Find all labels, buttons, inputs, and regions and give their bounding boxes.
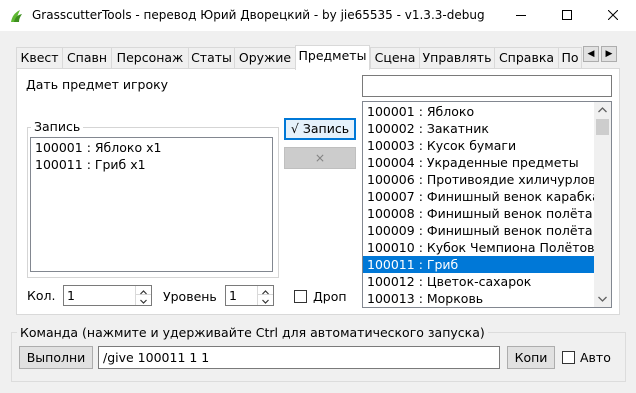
close-icon bbox=[608, 10, 618, 20]
auto-label: Авто bbox=[580, 350, 611, 365]
tab-items[interactable]: Предметы bbox=[295, 45, 370, 70]
item-list-row[interactable]: 100006 : Противоядие хиличурлов bbox=[363, 171, 596, 188]
tab-more[interactable]: По bbox=[558, 47, 582, 69]
tab-stats[interactable]: Статы bbox=[188, 47, 235, 69]
drop-label: Дроп bbox=[313, 289, 347, 304]
scrollbar-thumb[interactable] bbox=[596, 119, 609, 135]
level-up-button[interactable] bbox=[258, 286, 273, 295]
tab-scroll-left-button[interactable]: ◀ bbox=[583, 46, 599, 62]
close-button[interactable] bbox=[590, 0, 636, 31]
auto-checkbox[interactable] bbox=[562, 351, 575, 364]
record-list[interactable]: 100001 : Яблоко x1 100011 : Гриб x1 bbox=[30, 137, 273, 272]
count-down-button[interactable] bbox=[136, 295, 151, 304]
level-label: Уровень bbox=[163, 289, 217, 304]
chevron-up-icon bbox=[598, 107, 607, 113]
minimize-icon bbox=[516, 15, 526, 16]
drop-checkbox[interactable] bbox=[294, 290, 307, 303]
item-list-row[interactable]: 100003 : Кусок бумаги bbox=[363, 137, 595, 154]
minimize-button[interactable] bbox=[498, 0, 544, 31]
level-value: 1 bbox=[229, 288, 237, 303]
item-list-row[interactable]: 100008 : Финишный венок полёта bbox=[363, 205, 595, 222]
tab-manage[interactable]: Управлять bbox=[419, 47, 495, 69]
item-list-row[interactable]: 100002 : Закатник bbox=[363, 120, 595, 137]
tab-help[interactable]: Справка bbox=[494, 47, 559, 69]
record-button[interactable]: √ Запись bbox=[284, 118, 356, 140]
give-item-heading: Дать предмет игроку bbox=[26, 77, 169, 92]
scroll-up-button[interactable] bbox=[594, 102, 611, 119]
count-up-button[interactable] bbox=[136, 286, 151, 295]
level-down-button[interactable] bbox=[258, 295, 273, 304]
tab-spawn[interactable]: Спавн bbox=[62, 47, 112, 69]
run-button[interactable]: Выполни bbox=[19, 346, 93, 369]
chevron-down-icon bbox=[598, 296, 607, 302]
chevron-down-icon bbox=[140, 299, 147, 304]
item-list-row[interactable]: 100007 : Финишный венок карабкан bbox=[363, 188, 608, 205]
scroll-down-button[interactable] bbox=[594, 290, 611, 307]
item-filter-input[interactable] bbox=[362, 75, 612, 97]
item-list-row[interactable]: 100013 : Морковь bbox=[363, 290, 595, 307]
app-icon bbox=[11, 10, 22, 22]
tab-weapon[interactable]: Оружие bbox=[234, 47, 296, 69]
item-list-row[interactable]: 100012 : Цветок-сахарок bbox=[363, 273, 595, 290]
maximize-button[interactable] bbox=[544, 0, 590, 31]
window-title: GrasscutterTools - перевод Юрий Дворецки… bbox=[32, 8, 485, 22]
count-stepper[interactable]: 1 bbox=[63, 285, 152, 306]
item-list-row[interactable]: 100010 : Кубок Чемпиона Полётов bbox=[363, 239, 595, 256]
tab-scroll-right-button[interactable]: ▶ bbox=[601, 46, 617, 62]
tab-quest[interactable]: Квест bbox=[16, 47, 63, 69]
record-group-title: Запись bbox=[31, 119, 84, 134]
item-list-row[interactable]: 100009 : Финишный венок полёта bbox=[363, 222, 595, 239]
item-list-scrollbar[interactable] bbox=[594, 102, 611, 307]
item-list[interactable]: 100001 : Яблоко 100002 : Закатник 100003… bbox=[362, 101, 612, 308]
record-item[interactable]: 100001 : Яблоко x1 bbox=[31, 139, 272, 156]
command-group-title: Команда (нажмите и удерживайте Ctrl для … bbox=[17, 325, 488, 340]
copy-button[interactable]: Копи bbox=[507, 346, 555, 369]
item-list-row[interactable]: 100001 : Яблоко bbox=[363, 103, 595, 120]
item-list-row-selected[interactable]: 100011 : Гриб bbox=[363, 256, 595, 273]
tab-scene[interactable]: Сцена bbox=[370, 47, 420, 69]
item-list-row[interactable]: 100004 : Украденные предметы bbox=[363, 154, 595, 171]
count-value: 1 bbox=[67, 288, 75, 303]
maximize-icon bbox=[562, 10, 572, 20]
chevron-down-icon bbox=[262, 299, 269, 304]
title-bar: GrasscutterTools - перевод Юрий Дворецки… bbox=[0, 0, 636, 31]
record-item[interactable]: 100011 : Гриб x1 bbox=[31, 156, 272, 173]
tab-character[interactable]: Персонаж bbox=[111, 47, 189, 69]
command-input[interactable]: /give 100011 1 1 bbox=[98, 346, 500, 369]
delete-record-button[interactable]: × bbox=[284, 147, 356, 169]
level-stepper[interactable]: 1 bbox=[225, 285, 274, 306]
count-label: Кол. bbox=[27, 288, 56, 303]
